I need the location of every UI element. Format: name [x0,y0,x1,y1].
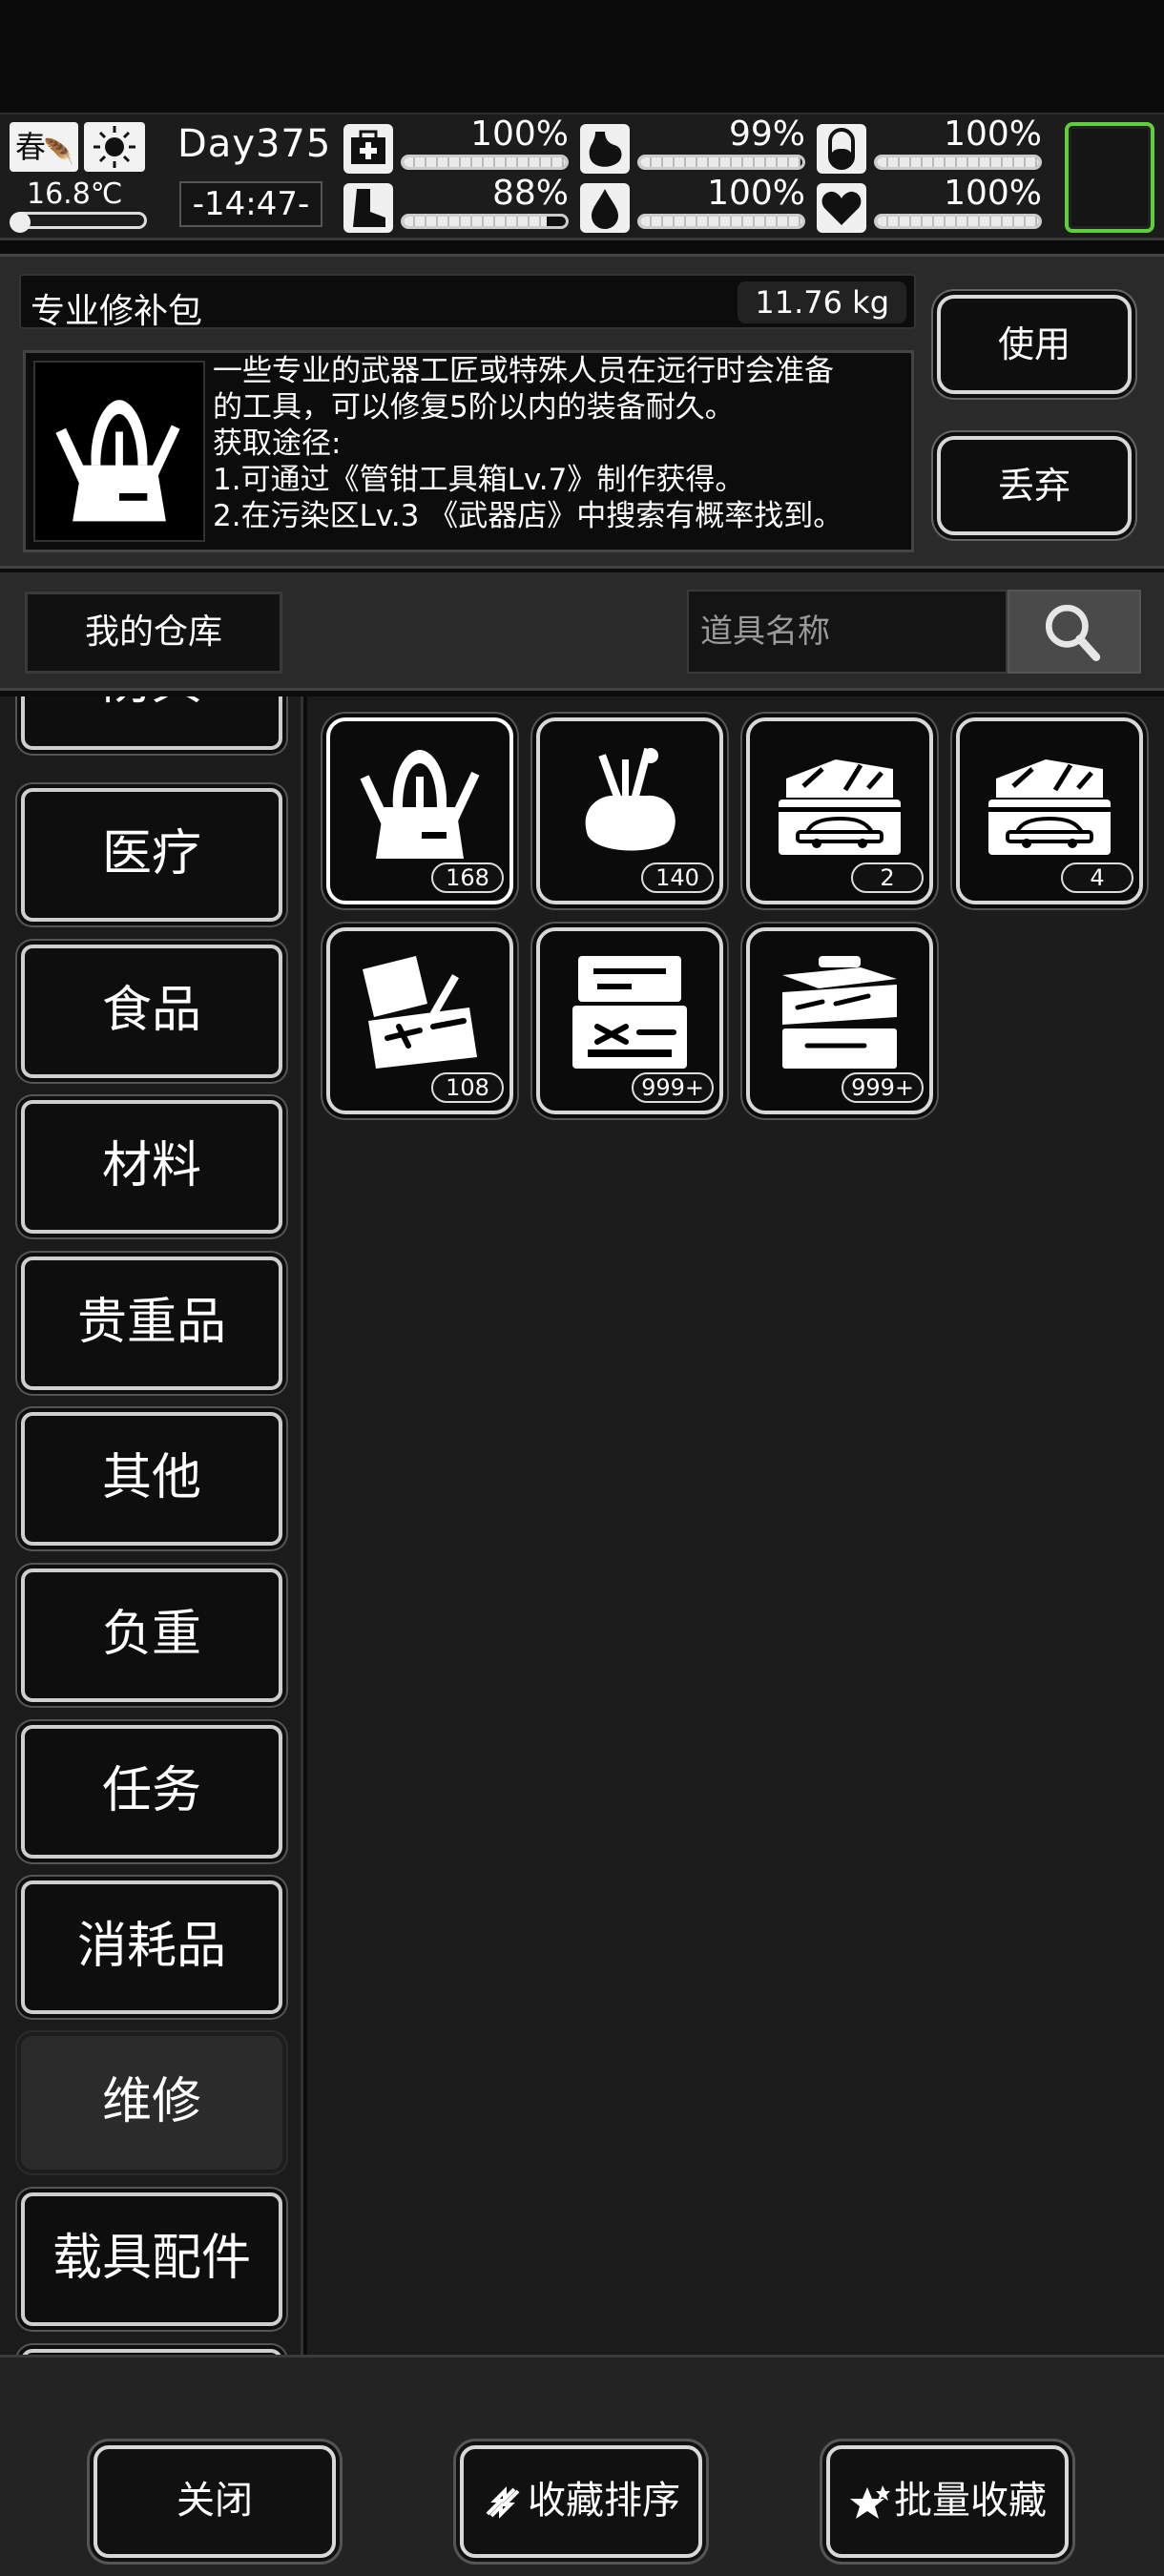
item-slot[interactable]: 168 [326,717,513,904]
item-count: 999+ [842,1072,924,1103]
category-other[interactable]: 其他 [21,1412,282,1546]
search-icon [1045,604,1101,662]
item-slot[interactable]: 4 [956,717,1143,904]
stat-health: 100% [343,114,572,174]
item-slot[interactable]: 999+ [746,927,933,1114]
item-name: 专业修补包 [31,292,203,331]
pill-icon [817,124,866,174]
item-title-bar: 专业修补包 11.76 kg [19,274,916,331]
item-count: 140 [641,862,714,893]
day-counter: Day375 [177,122,332,166]
item-count: 168 [431,862,504,893]
tiered-toolbox-icon [782,956,897,1069]
category-vehicle-parts[interactable]: 载具配件 [21,2192,282,2326]
health-bar [401,155,569,170]
temperature-gauge: 16.8℃ [10,177,147,233]
item-description-box: 一些专业的武器工匠或特殊人员在远行时会准备 的工具，可以修复5阶以内的装备耐久。… [23,350,914,552]
category-medical[interactable]: 医疗 [21,788,282,922]
stat-mood: 100% [817,174,1046,233]
category-valuables[interactable]: 贵重品 [21,1257,282,1390]
stamina-value: 100% [944,114,1042,154]
category-repair[interactable]: 维修 [21,2036,282,2170]
stomach-icon [580,124,630,174]
open-toolbox-icon [363,956,477,1069]
discard-button[interactable]: 丢弃 [937,436,1132,535]
car-toolbox-icon [779,759,901,855]
item-count: 4 [1061,862,1133,893]
item-detail-panel: 专业修补包 11.76 kg 一些专业的武器工匠或特殊人员在远行时会准备 的工具… [0,254,1164,569]
item-weight: 11.76 kg [738,281,906,323]
category-sidebar[interactable]: 防具 医疗 食品 材料 贵重品 其他 负重 任务 消耗品 维修 载具配件 [0,696,303,2355]
favorite-sort-button[interactable]: 收藏排序 [460,2445,702,2558]
item-count: 2 [851,862,924,893]
close-label: 关闭 [177,2479,253,2523]
category-quest[interactable]: 任务 [21,1725,282,1859]
stamina-bar [874,155,1042,170]
batch-favorite-button[interactable]: 批量收藏 [826,2445,1069,2558]
tool-case-icon [572,956,687,1069]
mood-value: 100% [944,174,1042,213]
swap-arrows-icon [486,2486,520,2519]
hunger-bar [637,155,805,170]
boot-icon [343,183,393,233]
thirst-value: 100% [707,174,805,213]
star-icon [850,2485,890,2519]
hunger-value: 99% [728,114,805,154]
leaf-icon: 🪶 [43,138,74,167]
warehouse-bar: 我的仓库 [0,572,1164,691]
description-line: 1.可通过《管钳工具箱Lv.7》制作获得。 [213,463,745,497]
stat-stamina: 100% [817,114,1046,174]
category-materials[interactable]: 材料 [21,1100,282,1234]
health-value: 100% [470,114,569,154]
description-line: 的工具，可以修复5阶以内的装备耐久。 [213,390,735,425]
thirst-bar [637,214,805,229]
repair-bag-icon [360,750,480,859]
thermometer-bulb [10,212,31,233]
item-count: 999+ [632,1072,714,1103]
item-slot[interactable]: 108 [326,927,513,1114]
batch-favorite-label: 批量收藏 [894,2479,1047,2523]
my-warehouse-button[interactable]: 我的仓库 [25,592,282,674]
stat-energy: 88% [343,174,572,233]
game-clock: -14:47- [179,181,322,227]
energy-value: 88% [491,174,569,213]
search-button[interactable] [1008,590,1141,674]
thermometer-bar [13,212,147,229]
water-drop-icon [580,183,630,233]
season-badge: 春 🪶 [10,122,78,172]
sun-icon [84,122,145,172]
item-description: 一些专业的武器工匠或特殊人员在远行时会准备 的工具，可以修复5阶以内的装备耐久。… [213,353,909,534]
first-aid-icon [343,124,393,174]
season-label: 春 [15,129,47,165]
category-armor[interactable]: 防具 [21,696,282,750]
temperature-value: 16.8℃ [27,177,123,211]
description-line: 获取途径: [213,426,342,461]
car-toolbox-icon [988,759,1111,855]
category-food[interactable]: 食品 [21,945,282,1078]
item-grid: 168 140 2 4 108 999+ 999+ [307,696,1164,2355]
item-slot[interactable]: 2 [746,717,933,904]
repair-bag-icon [33,361,205,542]
item-search-input[interactable] [687,590,1008,674]
mood-bar [874,214,1042,229]
heart-icon [817,183,866,233]
favorite-sort-label: 收藏排序 [528,2479,680,2523]
energy-bar [401,214,569,229]
status-bar: 春 🪶 16.8℃ Day375 -14:47- 100% 99% 100% 8… [0,113,1164,240]
stat-thirst: 100% [580,174,809,233]
tool-pouch-icon [585,747,676,851]
category-consumables[interactable]: 消耗品 [21,1880,282,2014]
item-slot[interactable]: 140 [536,717,723,904]
stat-hunger: 99% [580,114,809,174]
category-weight[interactable]: 负重 [21,1568,282,1702]
item-slot[interactable]: 999+ [536,927,723,1114]
description-line: 一些专业的武器工匠或特殊人员在远行时会准备 [213,354,834,388]
footer-bar: 关闭 收藏排序 批量收藏 [0,2355,1164,2576]
description-line: 2.在污染区Lv.3 《武器店》中搜索有概率找到。 [213,499,843,533]
use-button[interactable]: 使用 [937,295,1132,394]
close-button[interactable]: 关闭 [94,2445,336,2558]
character-portrait[interactable] [1065,122,1154,233]
item-count: 108 [431,1072,504,1103]
